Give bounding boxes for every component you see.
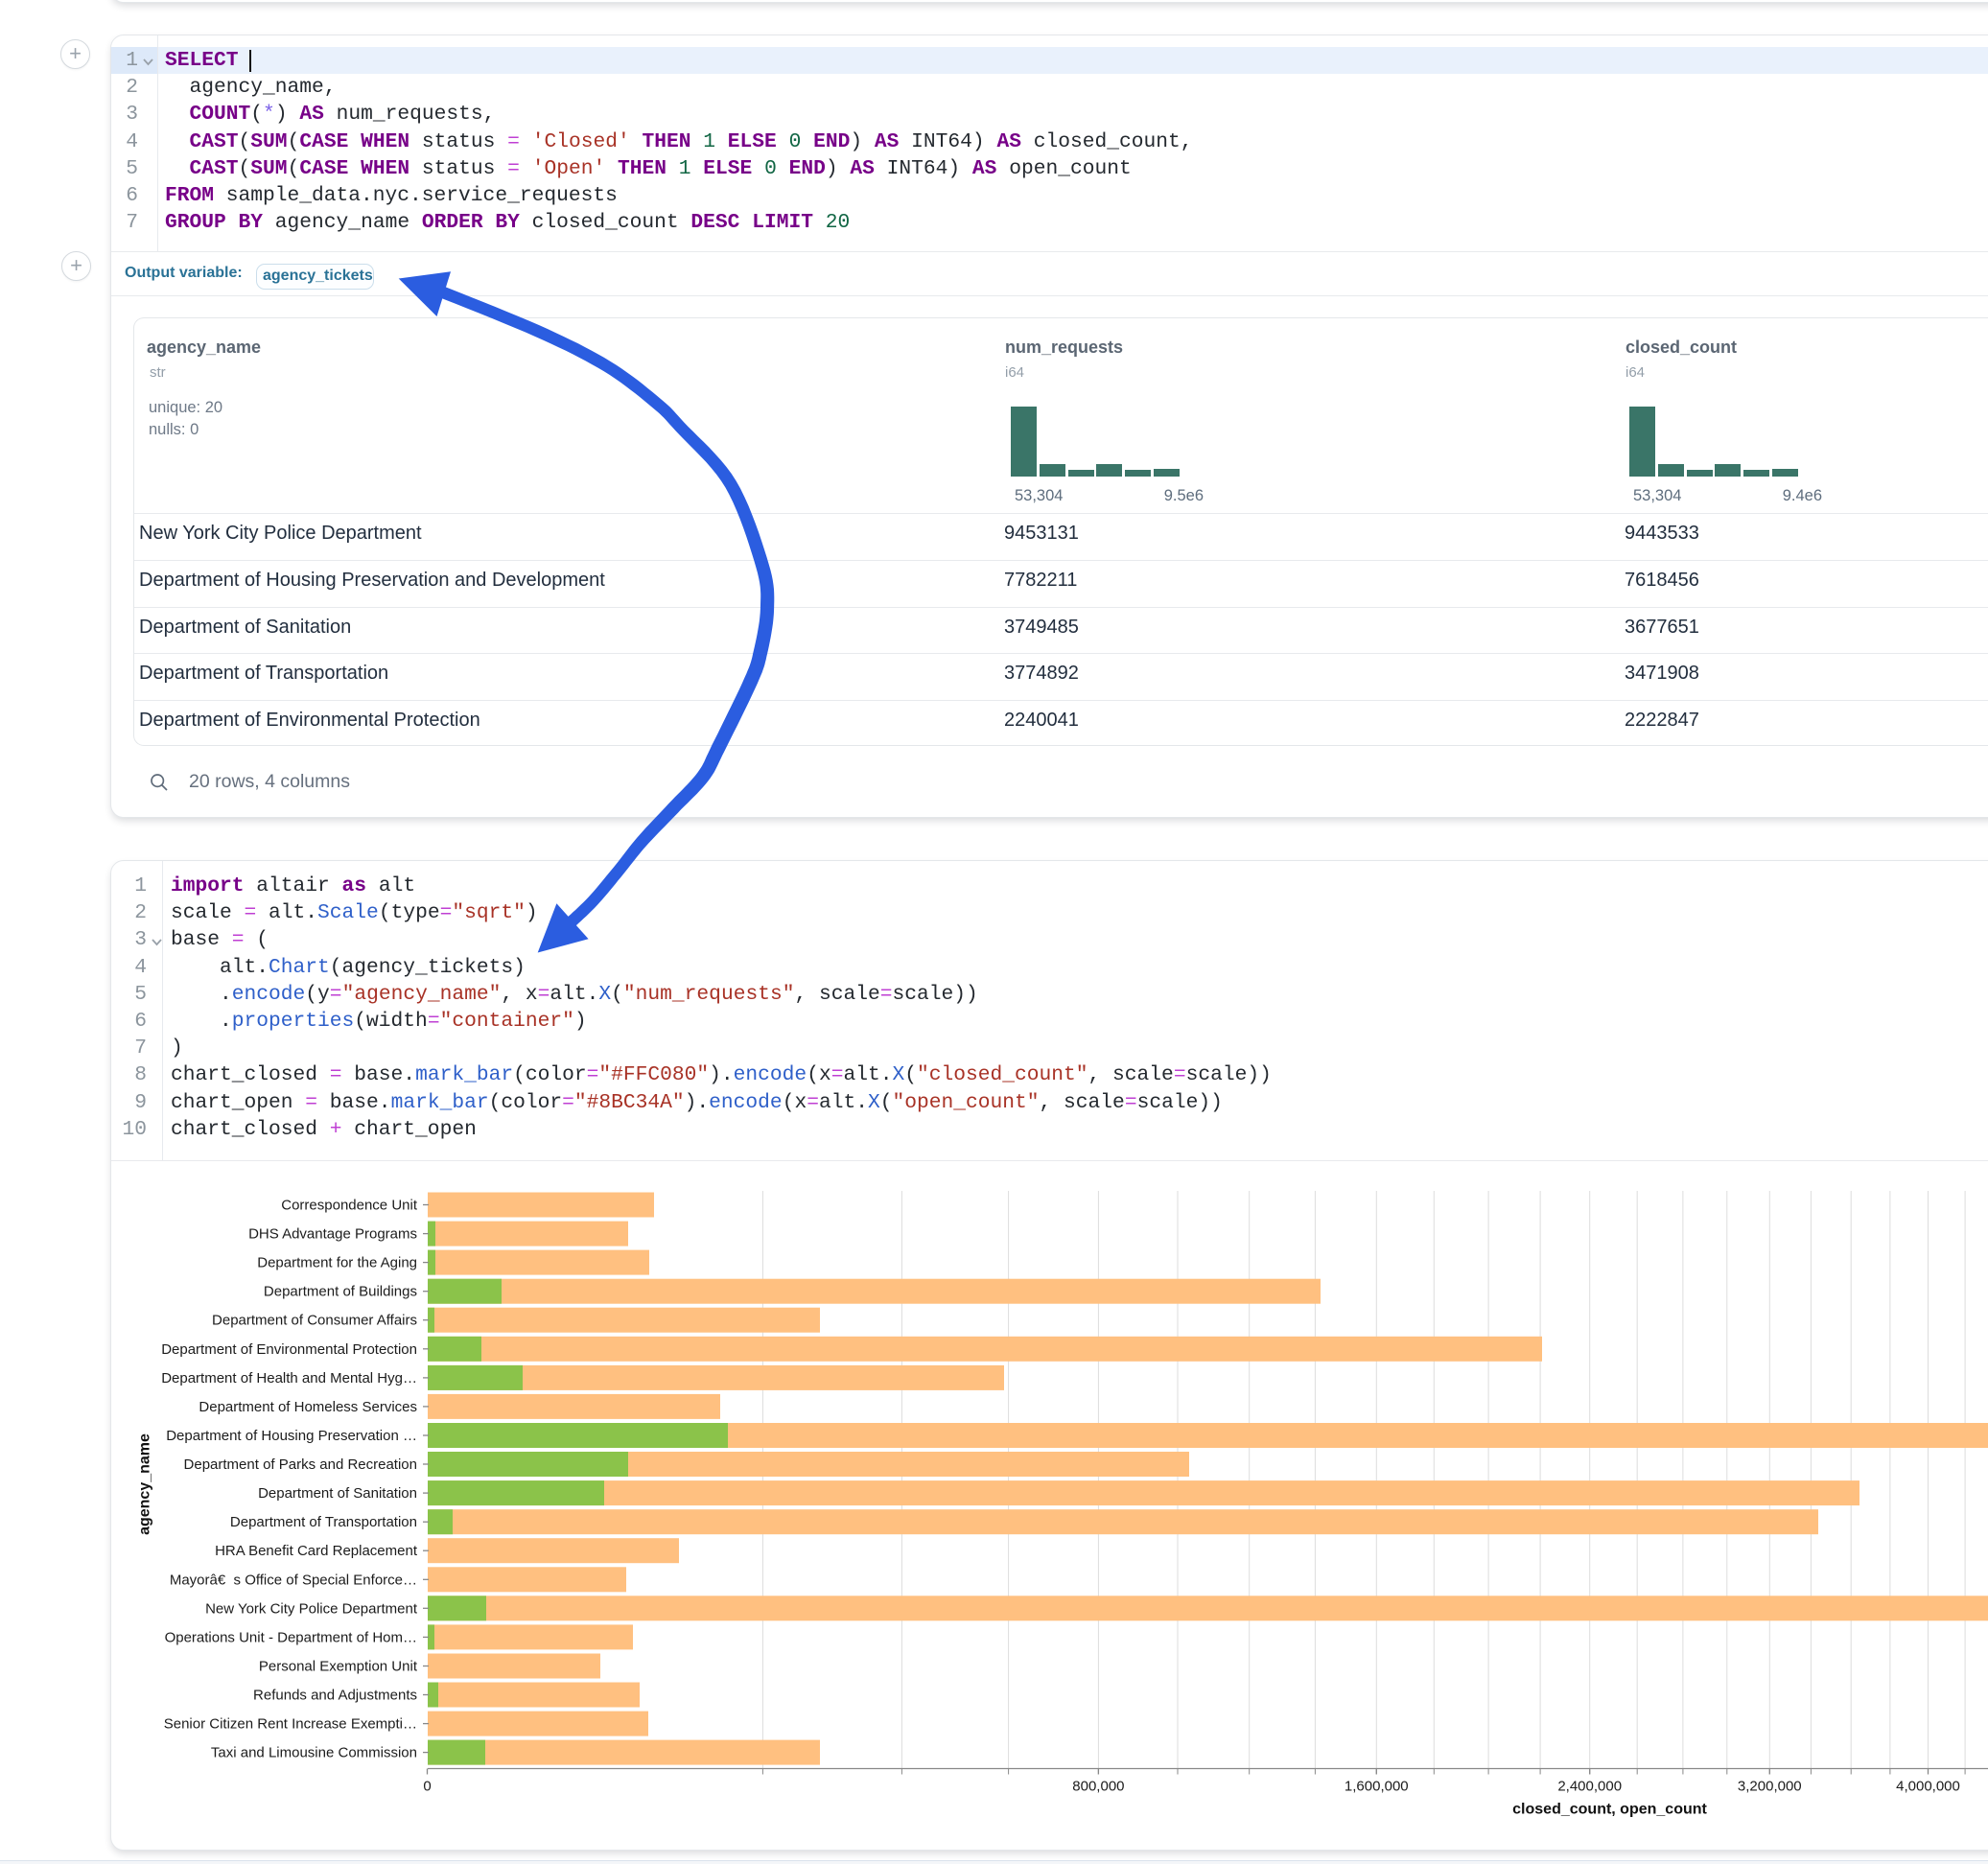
- svg-text:Department for the Aging: Department for the Aging: [257, 1255, 417, 1271]
- svg-text:Correspondence Unit: Correspondence Unit: [281, 1198, 418, 1214]
- svg-text:4,000,000: 4,000,000: [1896, 1779, 1960, 1795]
- svg-text:Operations Unit - Department o: Operations Unit - Department of Hom…: [165, 1629, 417, 1645]
- svg-text:Department of Buildings: Department of Buildings: [264, 1284, 417, 1300]
- svg-text:agency_name: agency_name: [137, 1433, 153, 1535]
- svg-text:New York City Police Departmen: New York City Police Department: [205, 1600, 418, 1617]
- svg-text:2,400,000: 2,400,000: [1557, 1779, 1622, 1795]
- svg-text:Department of Housing Preserva: Department of Housing Preservation …: [166, 1428, 417, 1444]
- svg-text:Department of Health and Menta: Department of Health and Mental Hyg…: [161, 1370, 417, 1386]
- svg-text:3,200,000: 3,200,000: [1738, 1779, 1802, 1795]
- svg-text:closed_count, open_count: closed_count, open_count: [1512, 1802, 1707, 1818]
- svg-text:Taxi and Limousine Commission: Taxi and Limousine Commission: [211, 1745, 417, 1761]
- svg-text:Personal Exemption Unit: Personal Exemption Unit: [259, 1659, 418, 1675]
- svg-text:HRA Benefit Card Replacement: HRA Benefit Card Replacement: [215, 1543, 418, 1559]
- svg-text:Department of Homeless Service: Department of Homeless Services: [199, 1399, 417, 1415]
- svg-text:Mayorâ€ s Office of Special E: Mayorâ€ s Office of Special Enforce…: [170, 1572, 417, 1588]
- svg-text:Refunds and Adjustments: Refunds and Adjustments: [253, 1688, 417, 1704]
- svg-text:Department of Environmental Pr: Department of Environmental Protection: [161, 1341, 417, 1358]
- svg-text:DHS Advantage Programs: DHS Advantage Programs: [248, 1226, 417, 1243]
- svg-text:0: 0: [423, 1779, 431, 1795]
- svg-text:800,000: 800,000: [1072, 1779, 1124, 1795]
- svg-text:1,600,000: 1,600,000: [1345, 1779, 1409, 1795]
- svg-text:Department of Parks and Recrea: Department of Parks and Recreation: [184, 1456, 417, 1473]
- svg-text:Department of Consumer Affairs: Department of Consumer Affairs: [212, 1313, 417, 1329]
- svg-text:Senior Citizen Rent Increase E: Senior Citizen Rent Increase Exempti…: [164, 1716, 417, 1733]
- svg-text:Department of Transportation: Department of Transportation: [230, 1514, 417, 1530]
- svg-text:Department of Sanitation: Department of Sanitation: [258, 1485, 417, 1502]
